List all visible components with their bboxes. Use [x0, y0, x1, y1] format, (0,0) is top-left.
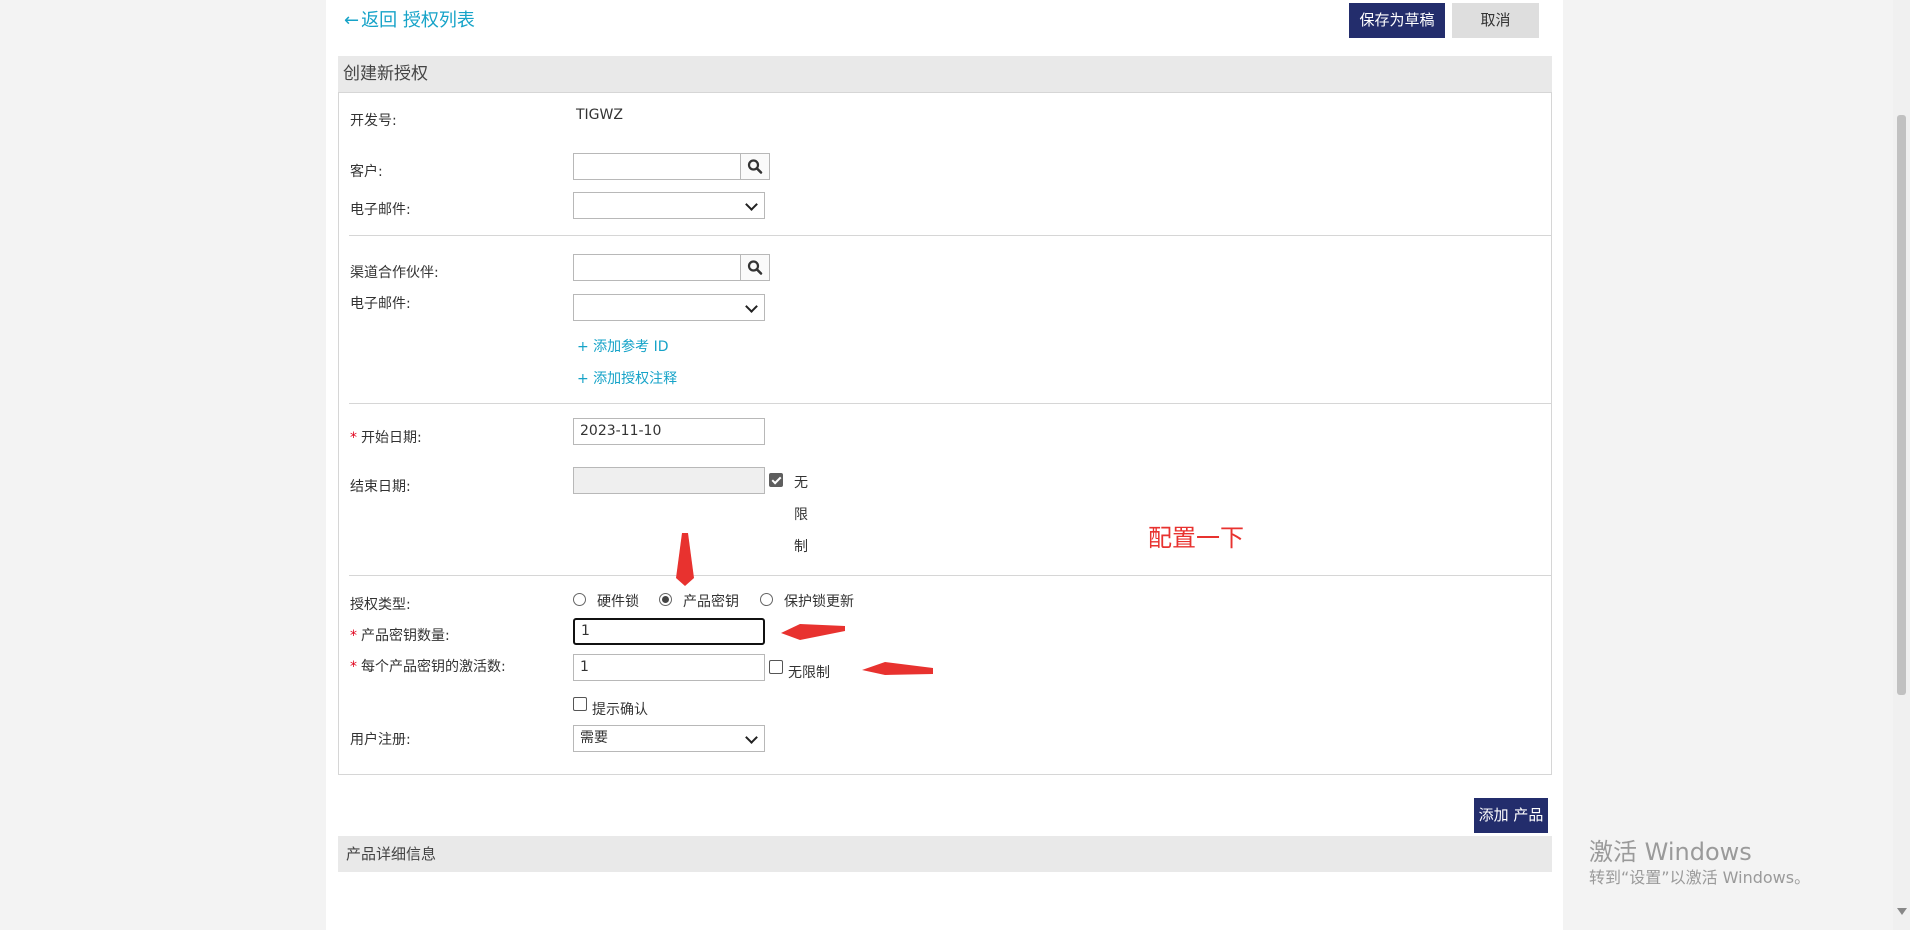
annotation-arrow-left [862, 662, 933, 675]
annotation-arrow-left [781, 624, 845, 640]
windows-watermark-title: 激活 Windows [1589, 838, 1752, 866]
scroll-down-icon[interactable] [1897, 908, 1907, 916]
annotation-arrow-down [676, 533, 694, 586]
windows-watermark-subtitle: 转到“设置”以激活 Windows。 [1589, 868, 1811, 887]
scrollbar[interactable] [1893, 0, 1910, 930]
scrollbar-thumb[interactable] [1897, 115, 1906, 695]
annotation-arrows [676, 533, 933, 675]
